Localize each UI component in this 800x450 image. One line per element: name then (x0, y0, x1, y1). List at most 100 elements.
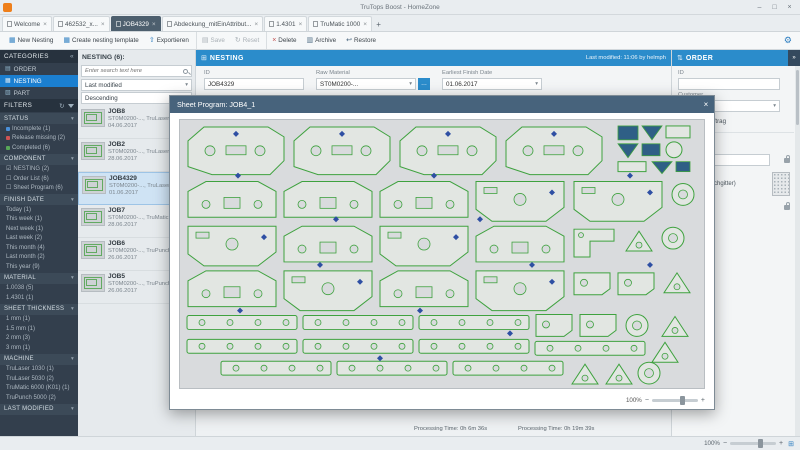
filter-section-header[interactable]: MACHINE ▾ (0, 353, 78, 365)
toolbar-button[interactable]: × Delete (266, 32, 301, 49)
field-input[interactable]: JOB4329 (204, 78, 304, 90)
sheet-part[interactable] (475, 225, 565, 263)
sheet-part[interactable] (617, 125, 691, 175)
sheet-part[interactable] (187, 225, 277, 267)
filter-item[interactable]: 3 mm (1) (0, 343, 78, 353)
sheet-part[interactable] (661, 226, 685, 250)
sheet-part[interactable] (605, 363, 633, 385)
filter-item[interactable]: Completed (6) (0, 143, 78, 153)
filter-item[interactable]: 2 mm (3) (0, 334, 78, 344)
slider-thumb[interactable] (757, 439, 763, 448)
dropdown-arrow-icon[interactable]: ▾ (409, 81, 412, 87)
filter-item[interactable]: Last week (2) (0, 234, 78, 244)
filter-item[interactable]: This year (9) (0, 262, 78, 272)
zoom-slider[interactable] (730, 439, 777, 448)
tab-close-icon[interactable]: × (43, 21, 47, 28)
sheet-part[interactable] (418, 338, 530, 354)
dialog-close-button[interactable]: × (698, 96, 714, 113)
close-button[interactable]: × (782, 4, 797, 11)
sheet-part[interactable] (505, 126, 603, 176)
filter-section-header[interactable]: COMPONENT ▾ (0, 153, 78, 165)
checkbox-icon[interactable]: ☐ (6, 176, 11, 182)
toolbar-button[interactable]: ↻ Reset (230, 32, 264, 49)
zoom-in-button[interactable]: + (701, 397, 705, 404)
filter-item[interactable]: TruLaser 5030 (2) (0, 374, 78, 384)
dropdown-arrow-icon[interactable]: ▾ (535, 81, 538, 87)
filter-item[interactable]: 1.5 mm (1) (0, 324, 78, 334)
sheet-part[interactable] (534, 340, 646, 356)
filter-item[interactable]: Today (1) (0, 205, 78, 215)
tab-close-icon[interactable]: × (363, 21, 367, 28)
sheet-part[interactable] (661, 316, 689, 337)
tab-close-icon[interactable]: × (254, 21, 258, 28)
filter-item[interactable]: TruMatic 6000 (K01) (1) (0, 384, 78, 394)
maximize-button[interactable]: □ (767, 4, 782, 11)
toolbar-button[interactable]: ▤ Save (195, 32, 230, 49)
filter-item[interactable]: ☐ Sheet Program (6) (0, 184, 78, 194)
sheet-part[interactable] (186, 338, 298, 354)
filter-item[interactable]: This month (4) (0, 243, 78, 253)
sheet-part[interactable] (186, 315, 298, 330)
sheet-part[interactable] (625, 230, 653, 252)
dialog-titlebar[interactable]: Sheet Program: JOB4_1 × (170, 96, 714, 113)
checkbox-icon[interactable]: ☑ (6, 166, 11, 172)
toolbar-button[interactable]: ▦ Create nesting template (58, 32, 143, 49)
sheet-part[interactable] (187, 126, 285, 176)
sheet-part[interactable] (336, 360, 448, 376)
sheet-part[interactable] (671, 183, 695, 206)
category-item[interactable]: ▧ PART (0, 87, 78, 99)
toolbar-button[interactable]: ↩ Restore (341, 32, 381, 49)
filter-section-header[interactable]: MATERIAL ▾ (0, 272, 78, 284)
sheet-part[interactable] (535, 314, 573, 337)
order-id-input[interactable] (678, 78, 780, 90)
filter-section-header[interactable]: SHEET THICKNESS ▾ (0, 303, 78, 315)
sheet-part[interactable] (617, 272, 655, 296)
field-input[interactable]: ST0M0200-... ▾ (316, 78, 416, 90)
filter-item[interactable]: TruPunch 5000 (2) (0, 393, 78, 403)
sheet-part[interactable] (452, 360, 564, 376)
toolbar-button[interactable]: ▥ Archive (302, 32, 342, 49)
scrollbar-thumb[interactable] (796, 70, 799, 125)
sheet-part[interactable] (283, 225, 373, 263)
sheet-part[interactable] (187, 181, 277, 218)
sheet-part[interactable] (187, 270, 277, 308)
sheet-part[interactable] (379, 225, 469, 267)
tab-close-icon[interactable]: × (298, 21, 302, 28)
sheet-part[interactable] (625, 314, 649, 337)
sheet-part[interactable] (283, 270, 373, 312)
order-panel-scrollbar[interactable] (795, 66, 800, 436)
slider-thumb[interactable] (679, 395, 685, 405)
sheet-part[interactable] (220, 360, 332, 376)
sheet-part[interactable] (637, 361, 661, 385)
refresh-filters-icon[interactable]: ↻ (59, 102, 65, 110)
tab[interactable]: 462532_x... × (52, 16, 110, 31)
sheet-part[interactable] (418, 315, 530, 330)
sheet-part[interactable] (302, 338, 414, 354)
sheet-part[interactable] (302, 315, 414, 330)
filter-item[interactable]: Next week (1) (0, 224, 78, 234)
tab[interactable]: 1.4301 × (264, 16, 308, 31)
filter-funnel-icon[interactable] (68, 103, 74, 108)
toolbar-button[interactable]: ⇧ Exportieren (144, 32, 194, 49)
fit-view-icon[interactable]: ⊞ (788, 440, 794, 448)
sheet-part[interactable] (573, 181, 663, 222)
filter-item[interactable]: TruLaser 1030 (1) (0, 365, 78, 375)
filter-section-header[interactable]: LAST MODIFIED ▾ (0, 403, 78, 415)
zoom-out-button[interactable]: − (645, 397, 649, 404)
filter-item[interactable]: ☐ Order List (6) (0, 174, 78, 184)
sheet-part[interactable] (571, 363, 599, 385)
filter-item[interactable]: 1.4301 (1) (0, 293, 78, 303)
chevron-down-icon[interactable]: ▾ (773, 103, 776, 109)
sheet-canvas[interactable] (179, 119, 705, 389)
tab[interactable]: Welcome × (2, 16, 52, 31)
filter-item[interactable]: Release missing (2) (0, 134, 78, 144)
filter-section-header[interactable]: STATUS ▾ (0, 113, 78, 124)
sheet-part[interactable] (379, 181, 469, 218)
sheet-part[interactable] (573, 228, 615, 258)
tab[interactable]: Abdeckung_mitEinAttribut... × (161, 16, 264, 31)
sheet-part[interactable] (579, 314, 617, 337)
filter-item[interactable]: Last month (2) (0, 253, 78, 263)
checkbox-icon[interactable]: ☐ (6, 185, 11, 191)
category-item[interactable]: ▦ NESTING (0, 75, 78, 87)
search-input[interactable] (85, 68, 181, 74)
